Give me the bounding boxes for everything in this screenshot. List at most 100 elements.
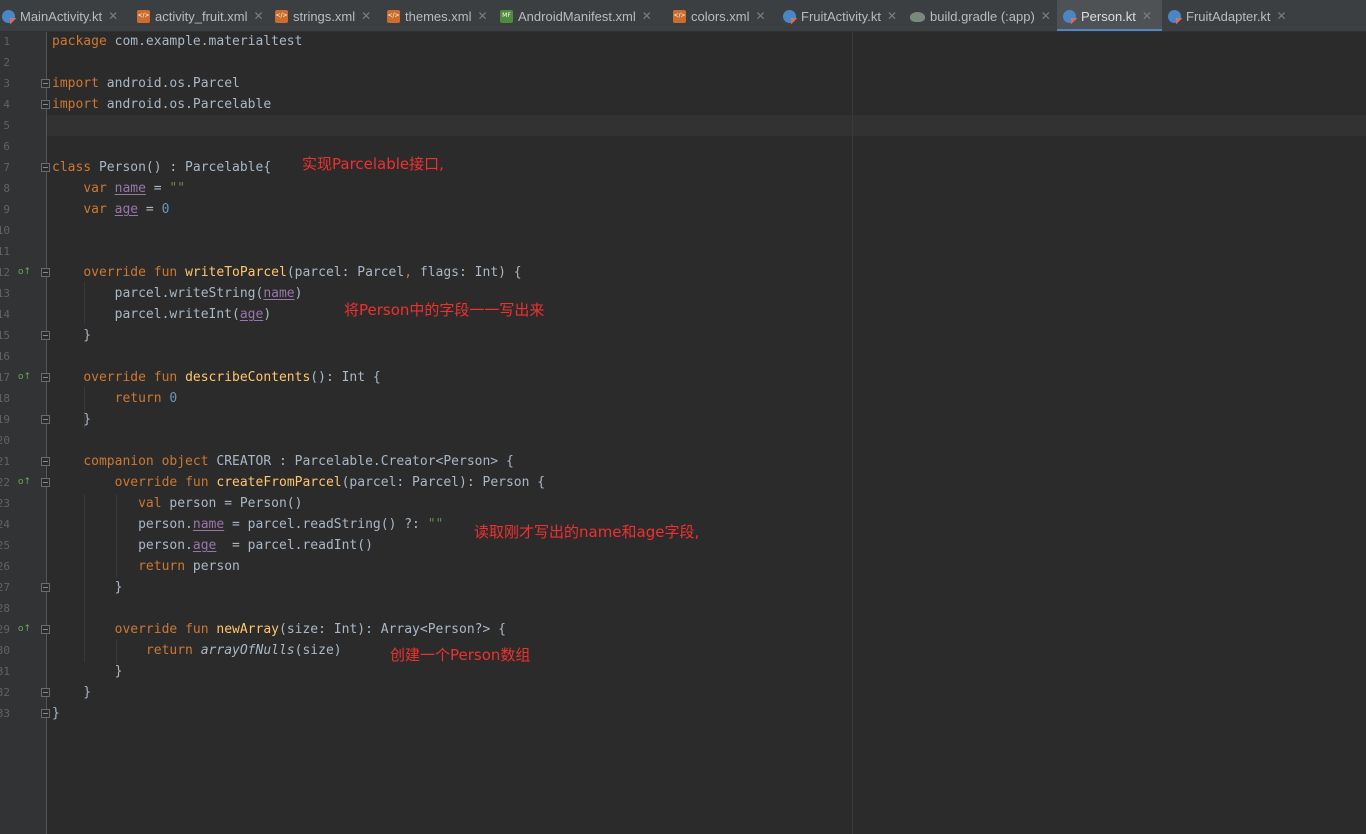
tab-activity-fruit-xml[interactable]: activity_fruit.xml ✕ (131, 0, 269, 31)
code-token: 0 (169, 391, 178, 406)
code-line[interactable]: } (52, 703, 60, 724)
fold-marker-icon[interactable] (41, 79, 50, 88)
code-line[interactable]: var name = "" (52, 178, 185, 199)
code-token: "" (427, 517, 444, 532)
close-icon[interactable]: ✕ (1041, 9, 1051, 23)
code-line[interactable]: import android.os.Parcelable (52, 94, 271, 115)
code-token: var (83, 181, 107, 196)
code-line[interactable]: var age = 0 (52, 199, 169, 220)
close-icon[interactable]: ✕ (253, 9, 263, 23)
fold-marker-icon[interactable] (41, 583, 50, 592)
code-line[interactable]: package com.example.materialtest (52, 31, 302, 52)
code-line[interactable]: } (52, 661, 123, 682)
code-line[interactable]: class Person() : Parcelable{ (52, 157, 271, 178)
close-icon[interactable]: ✕ (477, 9, 487, 23)
line-number: 9 (3, 203, 10, 216)
fold-marker-icon[interactable] (41, 478, 50, 487)
code-line[interactable]: val person = Person() (52, 493, 302, 514)
line-number: 3 (3, 77, 10, 90)
code-token: (size: Int): Array<Person?> { (279, 622, 506, 637)
editor-tab-bar: MainActivity.kt✕activity_fruit.xml✕strin… (0, 0, 1366, 32)
close-icon[interactable]: ✕ (1142, 9, 1152, 23)
code-line[interactable]: import android.os.Parcel (52, 73, 240, 94)
override-method-icon[interactable]: o↑ (18, 472, 32, 493)
override-method-icon[interactable]: o↑ (18, 367, 32, 388)
line-number: 19 (0, 413, 10, 426)
close-icon[interactable]: ✕ (361, 9, 371, 23)
line-number: 2 (3, 56, 10, 69)
code-line[interactable]: override fun newArray(size: Int): Array<… (52, 619, 506, 640)
line-number: 33 (0, 707, 10, 720)
fold-marker-icon[interactable] (41, 415, 50, 424)
code-line[interactable]: parcel.writeInt(age) (52, 304, 272, 325)
tab-strings-xml[interactable]: strings.xml ✕ (269, 0, 381, 31)
fold-marker-icon[interactable] (41, 709, 50, 718)
fold-marker-icon[interactable] (41, 457, 50, 466)
fold-marker-icon[interactable] (41, 331, 50, 340)
code-line[interactable]: companion object CREATOR : Parcelable.Cr… (52, 451, 513, 472)
code-line[interactable]: } (52, 409, 91, 430)
close-icon[interactable]: ✕ (642, 9, 652, 23)
xml-file-icon (137, 9, 150, 23)
code-token: android.os.Parcel (98, 76, 240, 91)
code-line[interactable]: return 0 (52, 388, 178, 409)
tab-label: strings.xml (293, 8, 356, 24)
fold-marker-icon[interactable] (41, 100, 50, 109)
kotlin-file-icon (2, 9, 15, 23)
tab-colors-xml[interactable]: colors.xml ✕ (667, 0, 777, 31)
code-token: arrayOfNulls (200, 643, 295, 658)
tab-androidmanifest-xml[interactable]: AndroidManifest.xml ✕ (494, 0, 667, 31)
code-line[interactable]: } (52, 325, 91, 346)
tab-fruitadapter-kt[interactable]: FruitAdapter.kt ✕ (1162, 0, 1293, 31)
line-number: 11 (0, 245, 10, 258)
code-line[interactable]: person.name = parcel.readString() ?: "" (52, 514, 443, 535)
close-icon[interactable]: ✕ (108, 9, 118, 23)
fold-marker-icon[interactable] (41, 688, 50, 697)
line-number: 12 (0, 266, 10, 279)
close-icon[interactable]: ✕ (887, 9, 897, 23)
close-icon[interactable]: ✕ (1277, 9, 1287, 23)
line-number: 23 (0, 497, 10, 510)
code-token: return (114, 391, 162, 406)
code-line[interactable]: override fun describeContents(): Int { (52, 367, 381, 388)
code-line[interactable]: return arrayOfNulls(size) (52, 640, 342, 661)
line-number: 22 (0, 476, 10, 489)
code-token: (parcel: Parcel (286, 265, 405, 280)
manifest-file-icon (500, 9, 513, 23)
tab-fruitactivity-kt[interactable]: FruitActivity.kt ✕ (777, 0, 904, 31)
code-line[interactable]: override fun writeToParcel(parcel: Parce… (52, 262, 521, 283)
line-number: 27 (0, 581, 10, 594)
override-method-icon[interactable]: o↑ (18, 262, 32, 283)
line-number: 16 (0, 350, 10, 363)
tab-build-gradle-app[interactable]: build.gradle (:app) ✕ (904, 0, 1057, 31)
override-method-icon[interactable]: o↑ (18, 619, 32, 640)
close-icon[interactable]: ✕ (756, 9, 766, 23)
fold-marker-icon[interactable] (41, 163, 50, 172)
tab-mainactivity-kt[interactable]: MainActivity.kt ✕ (0, 0, 131, 31)
code-token: val (138, 496, 162, 511)
fold-marker-icon[interactable] (41, 625, 50, 634)
tab-themes-xml[interactable]: themes.xml ✕ (381, 0, 494, 31)
code-line[interactable]: person.age = parcel.readInt() (52, 535, 373, 556)
tab-person-kt[interactable]: Person.kt ✕ (1057, 0, 1162, 31)
fold-marker-icon[interactable] (41, 268, 50, 277)
code-editor[interactable]: package com.example.materialtest import a… (47, 32, 1366, 834)
code-token: (): Int { (310, 370, 381, 385)
code-line[interactable]: } (52, 577, 123, 598)
code-line[interactable]: return person (52, 556, 240, 577)
code-line[interactable]: override fun createFromParcel(parcel: Pa… (52, 472, 545, 493)
code-line[interactable]: } (52, 682, 91, 703)
fold-marker-icon[interactable] (41, 373, 50, 382)
line-number: 29 (0, 623, 10, 636)
code-token: 0 (161, 202, 170, 217)
code-line[interactable]: parcel.writeString(name) (52, 283, 303, 304)
code-token: age (114, 202, 139, 217)
